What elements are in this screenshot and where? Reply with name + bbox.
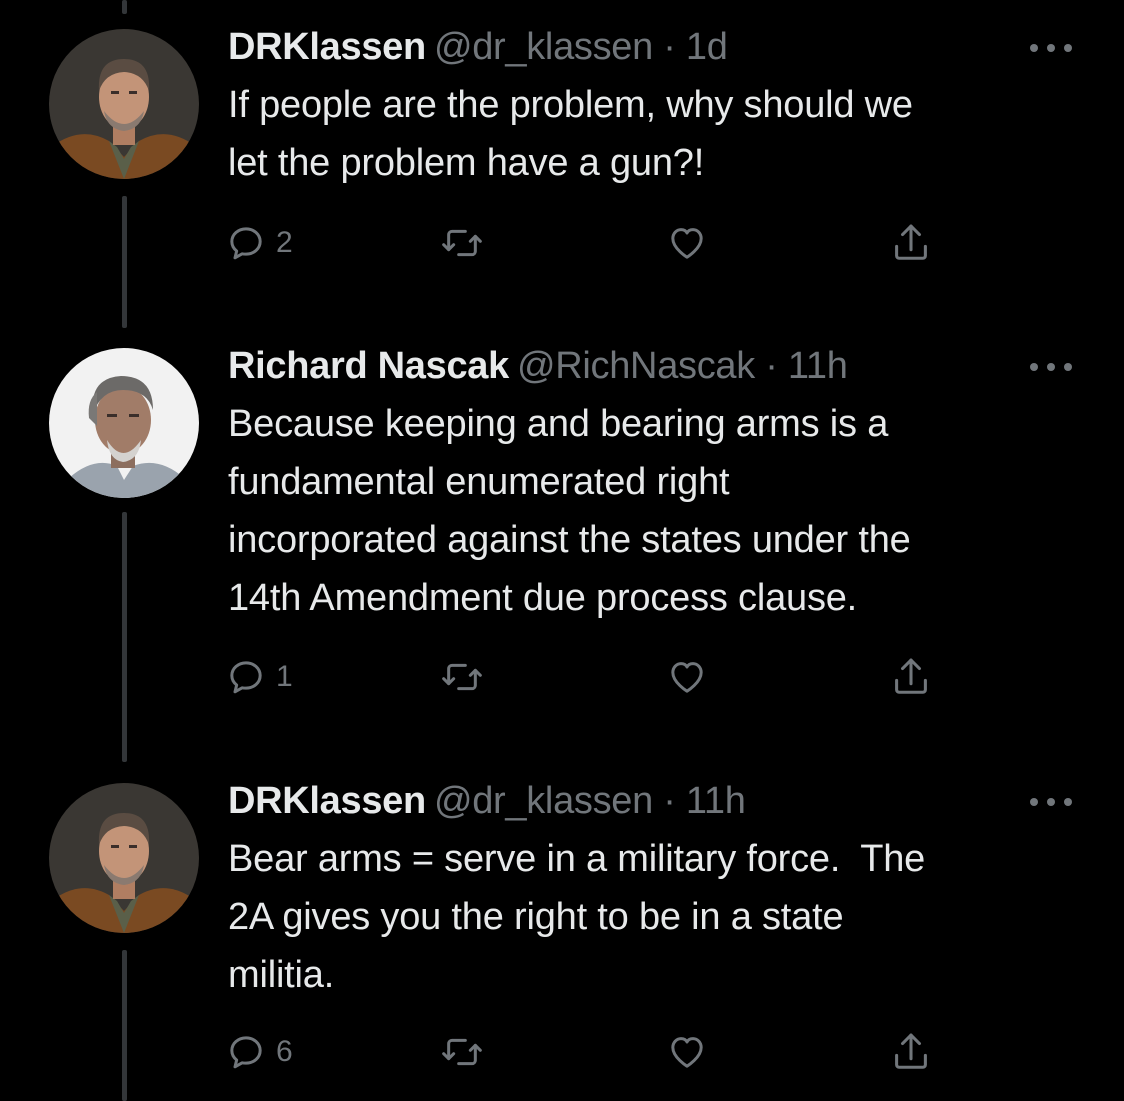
retweet-icon <box>442 1038 482 1066</box>
like-button[interactable] <box>666 1028 708 1076</box>
tweet-actions: 1 <box>226 653 946 701</box>
tweet[interactable]: DRKlassen @dr_klassen · 11h Bear arms = s… <box>0 778 1124 1078</box>
more-options-icon[interactable] <box>1030 790 1072 814</box>
more-options-icon[interactable] <box>1030 355 1072 379</box>
tweet-header: DRKlassen @dr_klassen · 1d <box>228 24 728 70</box>
display-name[interactable]: DRKlassen <box>228 26 426 68</box>
heart-icon <box>671 1037 703 1068</box>
separator-dot: · <box>663 26 676 68</box>
reply-count: 1 <box>276 660 293 693</box>
timestamp[interactable]: 1d <box>686 26 728 68</box>
tweet-text-line: If people are the problem, why should we <box>228 84 913 126</box>
tweet-text-line: Because keeping and bearing arms is a <box>228 403 889 445</box>
reply-button[interactable]: 6 <box>226 1028 293 1076</box>
tweet[interactable]: DRKlassen @dr_klassen · 1d If people are … <box>0 24 1124 284</box>
timestamp[interactable]: 11h <box>788 345 848 387</box>
share-button[interactable] <box>890 1028 932 1076</box>
share-button[interactable] <box>890 653 932 701</box>
tweet-header: Richard Nascak @RichNascak · 11h <box>228 343 848 389</box>
tweet-actions: 2 <box>226 219 946 267</box>
thread-connector-line <box>122 0 127 14</box>
reply-button[interactable]: 2 <box>226 219 293 267</box>
share-button[interactable] <box>890 219 932 267</box>
tweet[interactable]: Richard Nascak @RichNascak · 11h Because … <box>0 343 1124 713</box>
retweet-icon <box>442 229 482 257</box>
user-handle[interactable]: @dr_klassen <box>434 26 653 68</box>
tweet-text: If people are the problem, why should we… <box>228 76 1098 192</box>
retweet-button[interactable] <box>440 219 484 267</box>
tweet-text-line: Bear arms = serve in a military force. T… <box>228 838 926 880</box>
tweet-text-line: fundamental enumerated right <box>228 461 730 503</box>
heart-icon <box>671 662 703 693</box>
tweet-text-line: 2A gives you the right to be in a state <box>228 896 844 938</box>
display-name[interactable]: Richard Nascak <box>228 345 509 387</box>
retweet-button[interactable] <box>440 1028 484 1076</box>
like-button[interactable] <box>666 219 708 267</box>
tweet-actions: 6 <box>226 1028 946 1076</box>
share-icon <box>895 658 927 694</box>
tweet-text-line: incorporated against the states under th… <box>228 519 911 561</box>
reply-icon <box>230 661 262 694</box>
reply-icon <box>230 227 262 260</box>
separator-dot: · <box>663 780 676 822</box>
reply-button[interactable]: 1 <box>226 653 293 701</box>
retweet-icon <box>442 663 482 691</box>
heart-icon <box>671 228 703 259</box>
display-name[interactable]: DRKlassen <box>228 780 426 822</box>
share-icon <box>895 1033 927 1069</box>
reply-icon <box>230 1036 262 1069</box>
separator-dot: · <box>765 345 778 387</box>
user-handle[interactable]: @RichNascak <box>517 345 755 387</box>
user-handle[interactable]: @dr_klassen <box>434 780 653 822</box>
reply-count: 6 <box>276 1035 293 1068</box>
avatar[interactable] <box>49 29 199 179</box>
timestamp[interactable]: 11h <box>686 780 746 822</box>
tweet-text-line: let the problem have a gun?! <box>228 142 705 184</box>
avatar[interactable] <box>49 783 199 933</box>
more-options-icon[interactable] <box>1030 36 1072 60</box>
retweet-button[interactable] <box>440 653 484 701</box>
tweet-text: Bear arms = serve in a military force. T… <box>228 830 1098 1004</box>
like-button[interactable] <box>666 653 708 701</box>
tweet-text-line: 14th Amendment due process clause. <box>228 577 858 619</box>
tweet-text: Because keeping and bearing arms is a fu… <box>228 395 1098 627</box>
avatar[interactable] <box>49 348 199 498</box>
reply-count: 2 <box>276 226 293 259</box>
tweet-text-line: militia. <box>228 954 335 996</box>
tweet-header: DRKlassen @dr_klassen · 11h <box>228 778 746 824</box>
share-icon <box>895 224 927 260</box>
